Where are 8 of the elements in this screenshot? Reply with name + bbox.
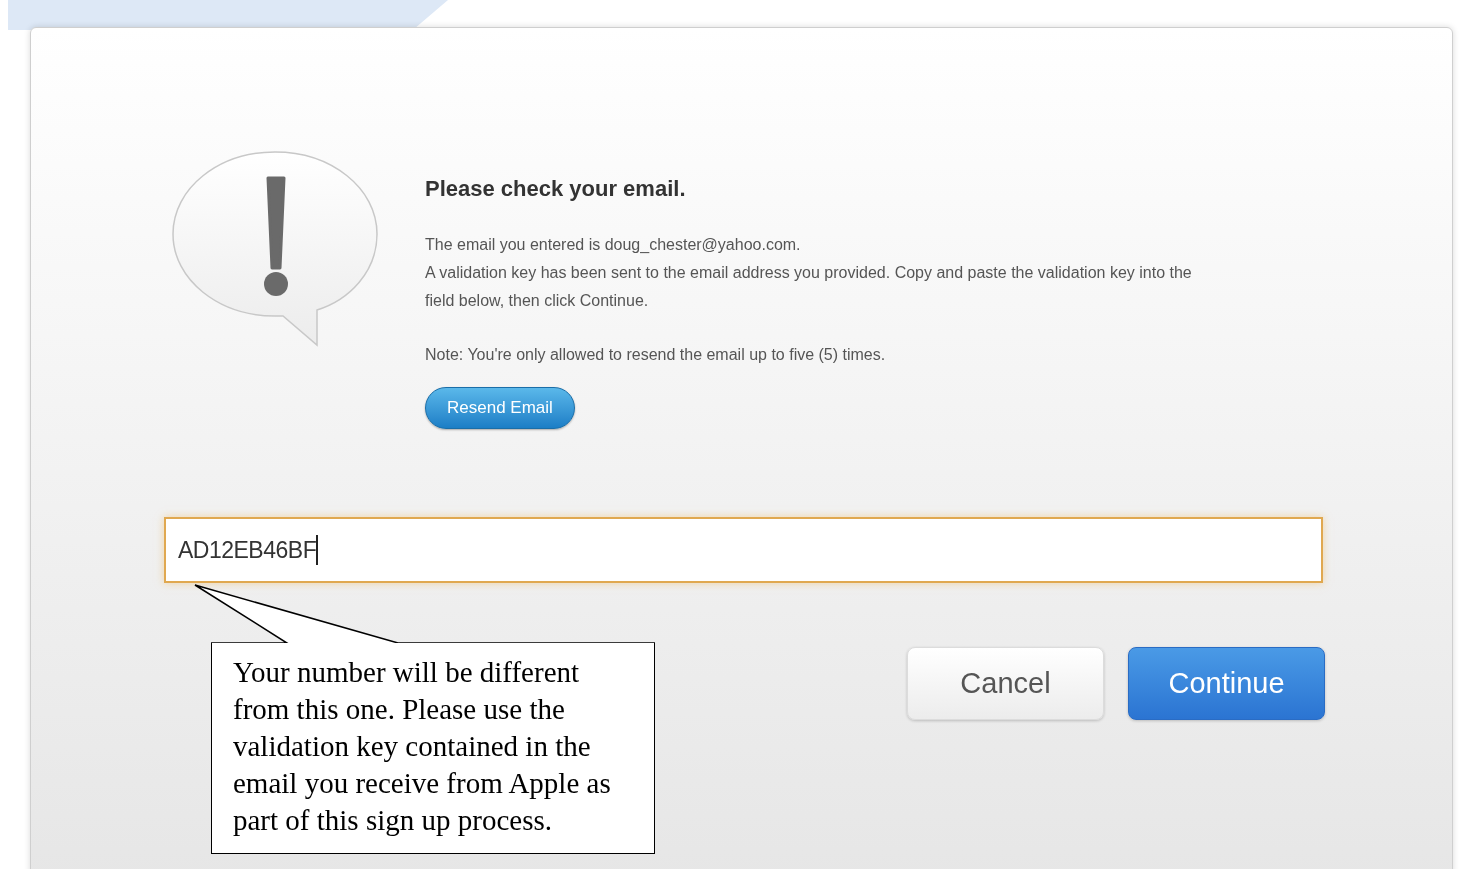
message-text: A validation key has been sent to the email address you provided. Copy and paste the validation key into the field below, then click Continue. xyxy=(425,263,1193,311)
dialog-title: Please check your email. xyxy=(425,175,687,203)
text-cursor xyxy=(316,535,318,565)
note-text: Note: You're only allowed to resend the email up to five (5) times. xyxy=(425,345,887,365)
continue-button[interactable]: Continue xyxy=(1128,647,1325,720)
validation-key-field[interactable]: AD12EB46BF xyxy=(164,517,1323,583)
cancel-button[interactable]: Cancel xyxy=(907,647,1104,720)
message-text: The email you entered is doug_chester@yahoo.com. xyxy=(425,235,802,255)
